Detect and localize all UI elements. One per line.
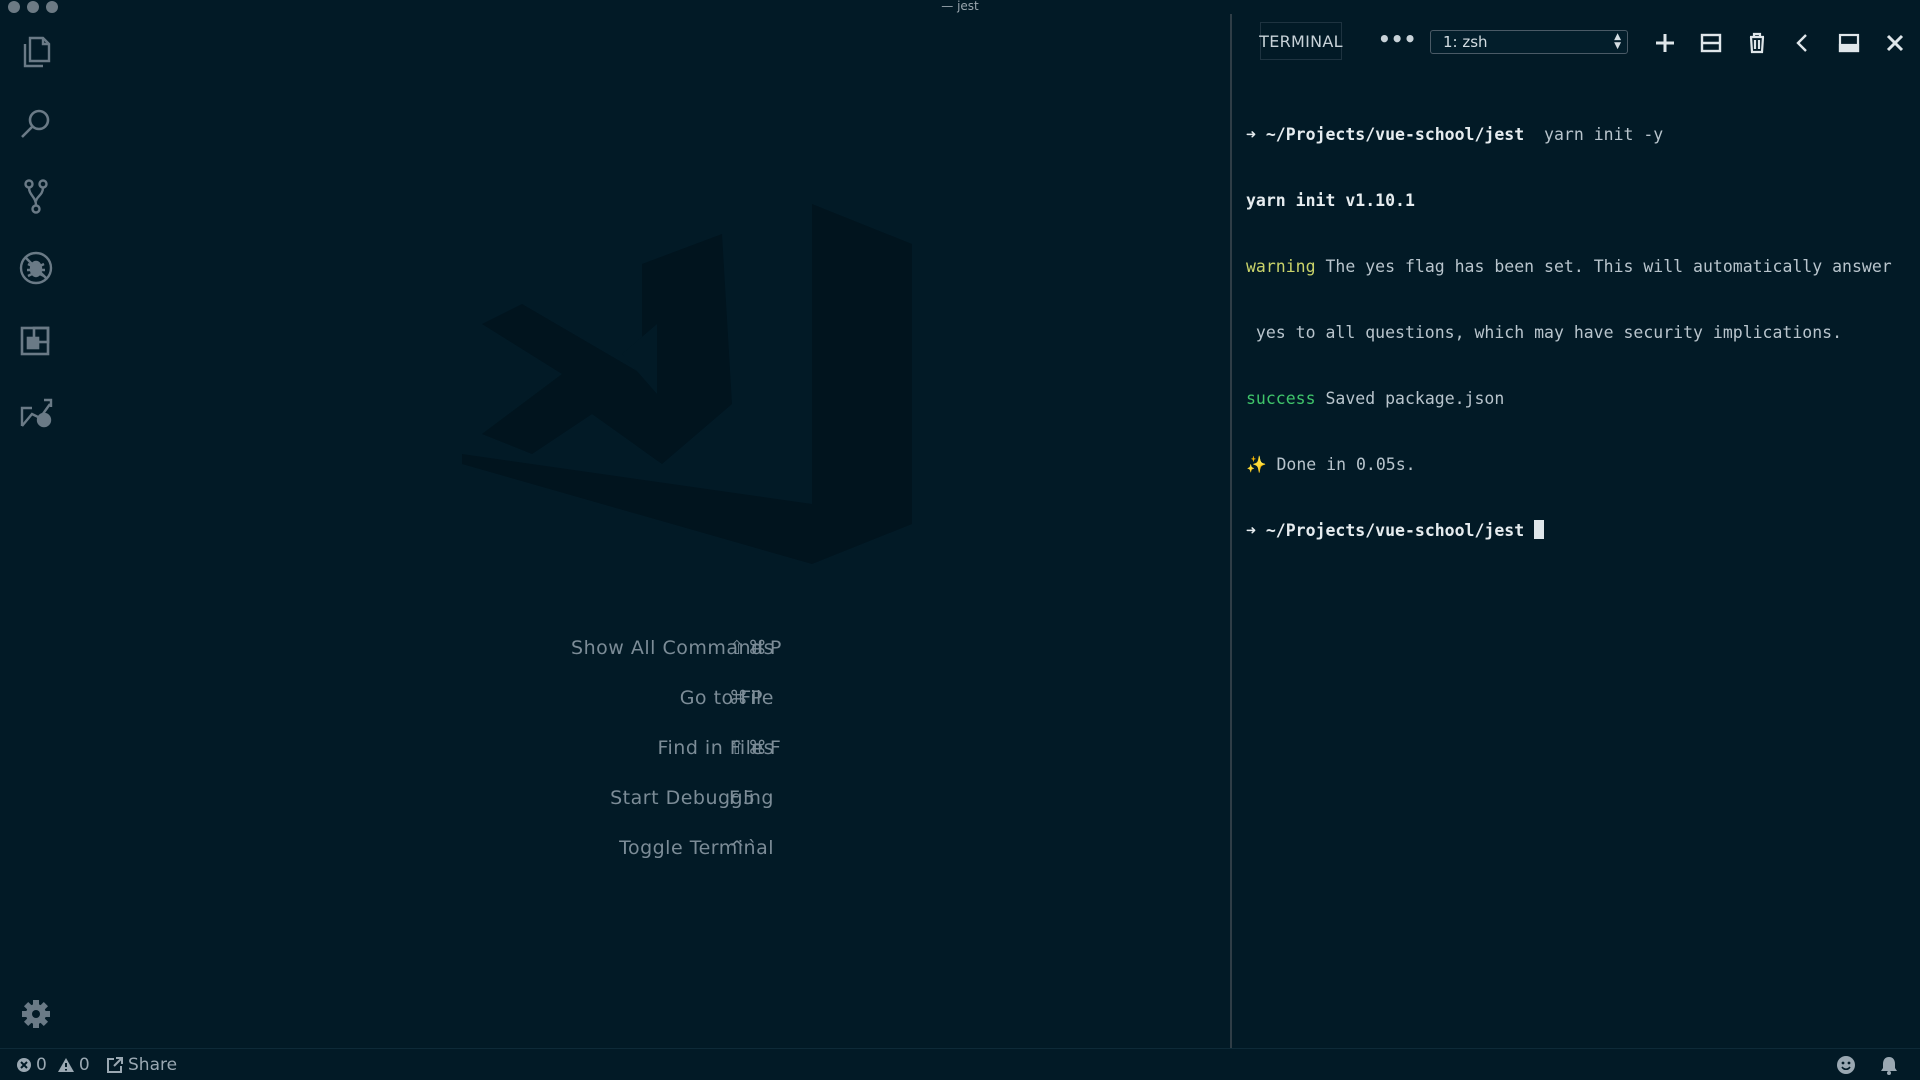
share-button[interactable]: Share (106, 1055, 177, 1075)
terminal-cursor (1534, 520, 1545, 539)
tab-terminal[interactable]: TERMINAL (1259, 22, 1343, 60)
debug-icon (19, 251, 53, 285)
plus-icon (1656, 34, 1674, 52)
trash-icon (1749, 32, 1765, 54)
warning-icon (57, 1058, 74, 1072)
source-control-button[interactable] (12, 172, 60, 220)
notifications-button[interactable] (1880, 1055, 1898, 1075)
activity-bar (0, 14, 72, 1048)
command-text: yarn init -y (1544, 125, 1664, 144)
error-count: 0 (36, 1055, 47, 1075)
shortcut-keys: ^` (729, 837, 761, 859)
chevron-left-icon (1796, 34, 1807, 52)
prompt-path: ~/Projects/vue-school/jest (1265, 125, 1525, 144)
select-arrows-icon: ▲ ▼ (1614, 32, 1621, 51)
prompt-path: ~/Projects/vue-school/jest (1265, 521, 1525, 540)
terminal-line: ➜ ~/Projects/vue-school/jest (1246, 520, 1916, 542)
terminal-select[interactable]: 1: zsh ▲ ▼ (1430, 30, 1628, 54)
close-panel-button[interactable] (1880, 28, 1910, 58)
split-terminal-button[interactable] (1696, 28, 1726, 58)
shortcut-row[interactable]: Find in Files ⇧⌘F (72, 737, 1230, 767)
shortcut-keys: ⌘P (729, 687, 766, 709)
live-share-button[interactable] (12, 388, 60, 436)
extensions-icon (20, 326, 50, 356)
editor-area: Show All Commands ⇧⌘P Go to File ⌘P Find… (72, 14, 1230, 1048)
shortcut-row[interactable]: Start Debugging F5 (72, 787, 1230, 817)
search-icon (21, 109, 50, 138)
terminal-line: success Saved package.json (1246, 388, 1916, 410)
share-icon (107, 1057, 123, 1073)
extensions-button[interactable] (12, 316, 60, 364)
share-label: Share (128, 1055, 178, 1075)
move-panel-button[interactable] (1788, 28, 1818, 58)
feedback-button[interactable] (1836, 1055, 1856, 1075)
prompt-arrow: ➜ (1246, 125, 1256, 144)
terminal-output[interactable]: ➜ ~/Projects/vue-school/jest yarn init -… (1246, 80, 1916, 586)
smiley-icon (1837, 1056, 1855, 1074)
bell-icon (1881, 1057, 1897, 1075)
error-icon (17, 1058, 31, 1072)
files-icon (23, 36, 51, 68)
settings-button[interactable] (12, 990, 60, 1038)
shortcut-row[interactable]: Show All Commands ⇧⌘P (72, 637, 1230, 667)
prompt-arrow: ➜ (1246, 521, 1256, 540)
terminal-line: yarn init v1.10.1 (1246, 191, 1415, 210)
shortcut-row[interactable]: Toggle Terminal ^` (72, 837, 1230, 867)
shortcut-keys: ⇧⌘F (729, 737, 784, 759)
warning-count: 0 (78, 1055, 90, 1075)
window-title: — jest (941, 0, 979, 13)
shortcut-row[interactable]: Go to File ⌘P (72, 687, 1230, 717)
status-bar: 0 0 Share (0, 1048, 1920, 1080)
new-terminal-button[interactable] (1650, 28, 1680, 58)
warning-text: The yes flag has been set. This will aut… (1325, 257, 1892, 276)
terminal-line: ➜ ~/Projects/vue-school/jest yarn init -… (1246, 124, 1916, 146)
source-control-icon (24, 179, 48, 214)
shortcut-keys: ⇧⌘P (729, 637, 785, 659)
more-actions-button[interactable]: ••• (1378, 28, 1416, 56)
vscode-watermark-icon (462, 204, 912, 564)
terminal-line: yes to all questions, which may have sec… (1246, 323, 1843, 342)
live-share-icon (20, 398, 53, 428)
terminal-line: ✨ Done in 0.05s. (1246, 454, 1916, 476)
terminal-panel: TERMINAL ••• 1: zsh ▲ ▼ ➜ ~/Projects/vue-… (1232, 14, 1920, 1048)
gear-icon (22, 1000, 50, 1028)
explorer-button[interactable] (12, 28, 60, 76)
problems-indicator[interactable]: 0 0 (16, 1055, 90, 1075)
toggle-panel-position-button[interactable] (1834, 28, 1864, 58)
warning-tag: warning (1246, 257, 1316, 276)
search-button[interactable] (12, 100, 60, 148)
success-text: Saved package.json (1325, 389, 1505, 408)
terminal-line: warning The yes flag has been set. This … (1246, 256, 1916, 278)
selected-shell: 1: zsh (1443, 33, 1488, 51)
shortcut-keys: F5 (729, 787, 759, 809)
success-tag: success (1246, 389, 1316, 408)
debug-button[interactable] (12, 244, 60, 292)
split-icon (1700, 33, 1722, 53)
close-icon (1886, 34, 1904, 52)
done-text: Done in 0.05s. (1276, 455, 1416, 474)
sparkle-icon: ✨ (1246, 455, 1267, 474)
title-bar: — jest (0, 0, 1920, 14)
kill-terminal-button[interactable] (1742, 28, 1772, 58)
panel-bottom-icon (1838, 33, 1860, 53)
